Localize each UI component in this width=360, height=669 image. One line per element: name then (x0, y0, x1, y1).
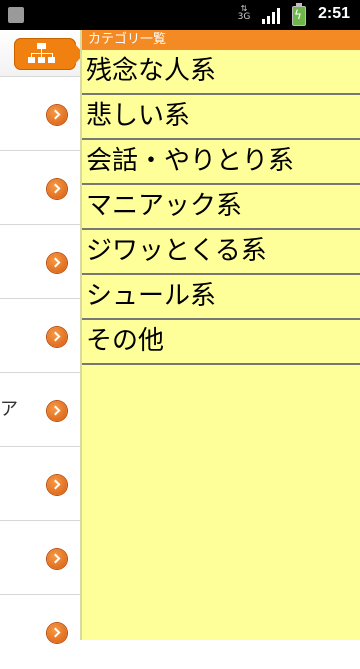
category-item-zannen[interactable]: 残念な人系 (82, 50, 360, 95)
chevron-right-icon (47, 475, 67, 495)
list-item[interactable] (0, 594, 80, 669)
chevron-right-icon (47, 401, 67, 421)
list-item[interactable] (0, 224, 80, 299)
status-time: 2:51 (318, 5, 351, 22)
category-panel: カテゴリ一覧 残念な人系 悲しい系 会話・やりとり系 マニアック系 ジワッとくる… (80, 30, 360, 640)
chevron-right-icon (47, 179, 67, 199)
category-item-kanashii[interactable]: 悲しい系 (82, 95, 360, 140)
category-item-jiwatto[interactable]: ジワッとくる系 (82, 230, 360, 275)
notification-icon (8, 7, 24, 23)
chevron-right-icon (47, 623, 67, 643)
signal-icon (262, 8, 282, 24)
list-item[interactable] (0, 150, 80, 225)
chevron-right-icon (47, 253, 67, 273)
category-item-other[interactable]: その他 (82, 320, 360, 365)
chevron-right-icon (47, 549, 67, 569)
category-list: 残念な人系 悲しい系 会話・やりとり系 マニアック系 ジワッとくる系 シュール系… (82, 50, 360, 365)
list-item[interactable] (0, 76, 80, 151)
list-item[interactable] (0, 298, 80, 373)
category-item-maniac[interactable]: マニアック系 (82, 185, 360, 230)
category-item-kaiwa[interactable]: 会話・やりとり系 (82, 140, 360, 185)
status-bar: ⇅ 3G ϟ 2:51 (0, 0, 360, 30)
list-item-text: ア (0, 399, 18, 420)
category-item-surreal[interactable]: シュール系 (82, 275, 360, 320)
list-item[interactable] (0, 520, 80, 595)
panel-title: カテゴリ一覧 (82, 30, 360, 50)
network-type-label: 3G (237, 12, 251, 22)
battery-icon: ϟ (292, 3, 306, 26)
chevron-right-icon (47, 327, 67, 347)
list-item[interactable] (0, 446, 80, 521)
home-icon (28, 43, 55, 63)
home-button[interactable] (14, 38, 84, 70)
network-indicator: ⇅ 3G (236, 4, 252, 26)
background-list: ア (0, 76, 80, 669)
chevron-right-icon (47, 105, 67, 125)
list-item[interactable]: ア (0, 372, 80, 447)
